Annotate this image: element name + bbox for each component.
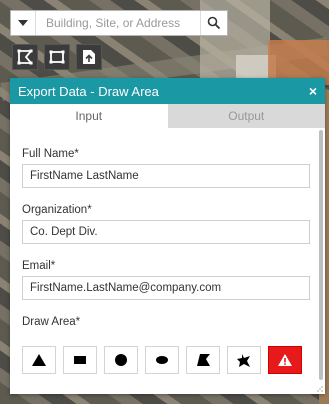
export-icon: [83, 50, 95, 64]
organization-label: Organization*: [22, 204, 92, 216]
polygon-select-tool[interactable]: [12, 44, 38, 70]
search-input[interactable]: Building, Site, or Address: [36, 16, 200, 30]
circle-icon: [115, 354, 127, 366]
close-icon[interactable]: ×: [309, 83, 317, 99]
search-icon: [207, 16, 221, 30]
rectangle-select-icon: [49, 50, 65, 64]
rectangle-select-tool[interactable]: [44, 44, 70, 70]
point-icon: [32, 354, 46, 366]
search-bar: Building, Site, or Address: [10, 10, 228, 36]
clear-warning-icon: [278, 354, 292, 366]
panel-header: Export Data - Draw Area ×: [10, 78, 325, 104]
panel-scrollbar[interactable]: [319, 130, 323, 380]
clear-drawing-button[interactable]: [268, 346, 302, 374]
freehand-icon: [237, 353, 250, 367]
export-data-panel: Export Data - Draw Area × Input Output F…: [10, 78, 325, 394]
panel-title: Export Data - Draw Area: [18, 83, 159, 99]
tab-output[interactable]: Output: [167, 104, 325, 128]
resize-handle-icon[interactable]: [317, 386, 323, 392]
organization-field[interactable]: Co. Dept Div.: [22, 220, 310, 244]
polygon-icon: [196, 354, 210, 366]
map-toolbar: [12, 44, 102, 70]
ellipse-icon: [156, 356, 168, 364]
search-button[interactable]: [200, 11, 227, 35]
rectangle-icon: [74, 356, 86, 364]
email-field[interactable]: FirstName.LastName@company.com: [22, 276, 310, 300]
panel-tabs: Input Output: [10, 104, 325, 128]
email-label: Email*: [22, 260, 56, 272]
draw-point-button[interactable]: [22, 346, 56, 374]
tab-input[interactable]: Input: [10, 104, 168, 128]
panel-body: Full Name* FirstName LastName Organizati…: [10, 148, 325, 374]
draw-freehand-button[interactable]: [227, 346, 261, 374]
draw-area-label: Draw Area*: [22, 316, 81, 328]
draw-circle-button[interactable]: [104, 346, 138, 374]
draw-ellipse-button[interactable]: [145, 346, 179, 374]
draw-rectangle-button[interactable]: [63, 346, 97, 374]
draw-tools: [22, 346, 313, 374]
full-name-label: Full Name*: [22, 148, 79, 160]
full-name-field[interactable]: FirstName LastName: [22, 164, 310, 188]
draw-polygon-button[interactable]: [186, 346, 220, 374]
search-source-dropdown[interactable]: [11, 11, 36, 35]
polygon-select-icon: [17, 49, 33, 65]
export-tool[interactable]: [76, 44, 102, 70]
